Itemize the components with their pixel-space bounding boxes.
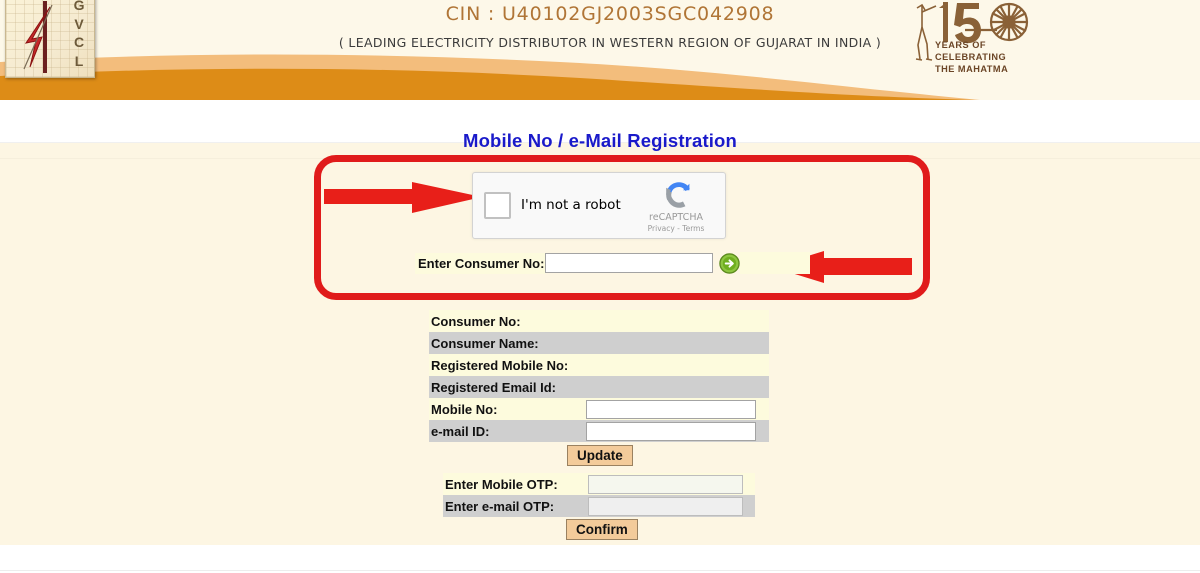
consumer-lookup-row: Enter Consumer No: (415, 252, 811, 274)
row-value-input (584, 398, 769, 420)
table-row: Registered Email Id: (429, 376, 769, 398)
email-id-input[interactable] (586, 421, 756, 441)
otp-table-body: Enter Mobile OTP: Enter e-mail OTP: (443, 473, 755, 517)
recaptcha-brand-label: reCAPTCHA (649, 212, 703, 223)
row-label: Mobile No: (429, 398, 584, 420)
row-value-input (588, 495, 755, 517)
footer-band (0, 545, 1200, 573)
gandhi-line-2: CELEBRATING (935, 51, 1007, 62)
page-title: Mobile No / e-Mail Registration (463, 130, 737, 151)
row-label: e-mail ID: (429, 420, 584, 442)
row-label: Consumer Name: (429, 332, 584, 354)
table-row: e-mail ID: (429, 420, 769, 442)
row-value (584, 332, 769, 354)
recaptcha-checkbox[interactable] (484, 192, 511, 219)
row-value-input (584, 420, 769, 442)
recaptcha-widget[interactable]: I'm not a robot reCAPTCHA Privacy - Term… (472, 172, 726, 239)
row-value-input (588, 473, 755, 495)
row-label: Registered Mobile No: (429, 354, 584, 376)
row-value (584, 354, 769, 376)
annotation-arrow-left (324, 182, 482, 213)
recaptcha-label: I'm not a robot (521, 197, 621, 213)
consumer-details-table: Consumer No: Consumer Name: Registered M… (429, 310, 769, 442)
otp-table: Enter Mobile OTP: Enter e-mail OTP: (443, 473, 755, 517)
table-row: Consumer Name: (429, 332, 769, 354)
recaptcha-privacy-terms[interactable]: Privacy - Terms (636, 224, 716, 233)
confirm-button[interactable]: Confirm (566, 519, 638, 540)
table-row: Registered Mobile No: (429, 354, 769, 376)
consumer-row-spacer (740, 252, 811, 274)
page-root: G V C L CIN : U40102GJ2003SGC042908 ( LE… (0, 0, 1200, 573)
email-otp-input[interactable] (588, 496, 743, 516)
consumer-details-body: Consumer No: Consumer Name: Registered M… (429, 310, 769, 442)
table-row: Mobile No: (429, 398, 769, 420)
submit-arrow-icon[interactable] (719, 252, 741, 274)
row-label: Consumer No: (429, 310, 584, 332)
mobile-no-input[interactable] (586, 399, 756, 419)
table-row: Enter e-mail OTP: (443, 495, 755, 517)
row-value (584, 310, 769, 332)
gandhi-line-1: YEARS OF (935, 40, 986, 50)
table-row: Consumer No: (429, 310, 769, 332)
gandhi-line-3: THE MAHATMA (935, 63, 1009, 74)
consumer-no-input[interactable] (545, 253, 714, 273)
table-row: Enter Mobile OTP: (443, 473, 755, 495)
gandhi-150-caption: YEARS OF CELEBRATING THE MAHATMA (935, 40, 1008, 75)
mobile-otp-input[interactable] (588, 474, 743, 494)
site-header-banner: G V C L CIN : U40102GJ2003SGC042908 ( LE… (0, 0, 1200, 100)
recaptcha-logo-icon (666, 182, 690, 208)
row-label: Enter e-mail OTP: (443, 495, 588, 517)
row-label: Registered Email Id: (429, 376, 584, 398)
logo-letter-l: L (74, 52, 84, 69)
consumer-no-label: Enter Consumer No: (415, 252, 546, 274)
row-value (584, 376, 769, 398)
update-button[interactable]: Update (567, 445, 633, 466)
row-label: Enter Mobile OTP: (443, 473, 588, 495)
